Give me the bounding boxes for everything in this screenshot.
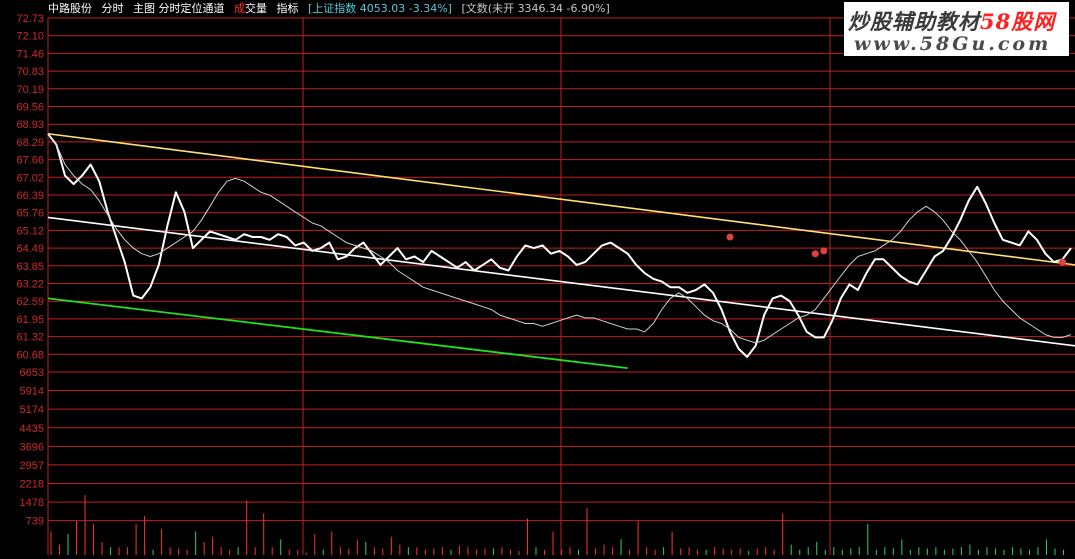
y-tick-label: 61.95 <box>16 314 44 326</box>
stock-name[interactable]: 中路股份 <box>48 2 92 15</box>
y-tick-label: 60.68 <box>16 349 44 361</box>
signal-marker <box>1058 258 1066 266</box>
watermark-logo: 炒股辅助教材58股网 www.58Gu.com <box>844 2 1069 56</box>
chart-stage: 72.73 72.10 71.46 70.83 70.19 69.56 68.93 68.29… <box>0 0 1075 555</box>
y-tick-label: 69.56 <box>16 102 44 114</box>
y-axis: 72.73 72.10 71.46 70.83 70.19 69.56 68.93 68.29… <box>16 13 44 528</box>
y-tick-label: 68.93 <box>16 119 44 131</box>
timeshare-chart[interactable]: 72.73 72.10 71.46 70.83 70.19 69.56 68.93 68.29… <box>0 0 1075 555</box>
signal-marker <box>820 247 828 255</box>
y-tick-label: 6653 <box>20 367 44 379</box>
signal-marker <box>811 250 819 258</box>
y-tick-label: 67.02 <box>16 172 44 184</box>
watermark-title: 炒股辅助教材58股网 <box>848 6 1055 36</box>
y-tick-label: 67.66 <box>16 155 44 167</box>
tab-timeshare[interactable]: 分时 <box>102 2 124 15</box>
y-tick-label: 66.39 <box>16 190 44 202</box>
y-tick-label: 5174 <box>20 404 44 416</box>
indicator-tab[interactable]: 指标 <box>277 2 299 15</box>
lower-channel-line <box>47 297 628 369</box>
y-tick-label: 5914 <box>20 386 44 398</box>
volume-label-red[interactable]: 成 <box>234 2 245 15</box>
y-tick-label: 63.22 <box>16 279 44 291</box>
y-tick-label: 70.19 <box>16 84 44 96</box>
y-tick-label: 739 <box>26 516 44 528</box>
volume-bars <box>50 495 1064 555</box>
wenhua-info: [文数(未开 3346.34 -6.90%] <box>461 2 610 15</box>
y-tick-label: 70.83 <box>16 66 44 78</box>
index-info: [上证指数 4053.03 -3.34%] <box>308 2 452 15</box>
watermark-url: www.58Gu.com <box>854 33 1052 55</box>
y-tick-label: 63.85 <box>16 261 44 273</box>
y-tick-label: 3696 <box>20 441 44 453</box>
watermark-title-main: 炒股辅助教材 <box>848 9 980 34</box>
y-tick-label: 62.59 <box>16 296 44 308</box>
chart-header: 中路股份 分时 主图 分时定位通道 成交量 指标 [上证指数 4053.03 -… <box>48 1 616 17</box>
y-tick-label: 68.29 <box>16 137 44 149</box>
y-tick-label: 2957 <box>20 460 44 472</box>
grid <box>47 17 1075 555</box>
y-tick-label: 72.73 <box>16 13 44 25</box>
y-tick-label: 64.49 <box>16 243 44 255</box>
signal-marker <box>726 233 734 241</box>
watermark-title-accent: 58股网 <box>980 9 1056 34</box>
y-tick-label: 2218 <box>20 479 44 491</box>
y-tick-label: 1478 <box>20 497 44 509</box>
y-tick-label: 65.76 <box>16 208 44 220</box>
y-tick-label: 72.10 <box>16 31 44 43</box>
y-tick-label: 65.12 <box>16 225 44 237</box>
y-tick-label: 4435 <box>20 423 44 435</box>
y-tick-label: 71.46 <box>16 48 44 60</box>
y-tick-label: 61.32 <box>16 332 44 344</box>
indicator-name[interactable]: 主图 分时定位通道 <box>133 2 225 15</box>
markers <box>726 233 1066 266</box>
volume-label-rest[interactable]: 交量 <box>245 2 267 15</box>
